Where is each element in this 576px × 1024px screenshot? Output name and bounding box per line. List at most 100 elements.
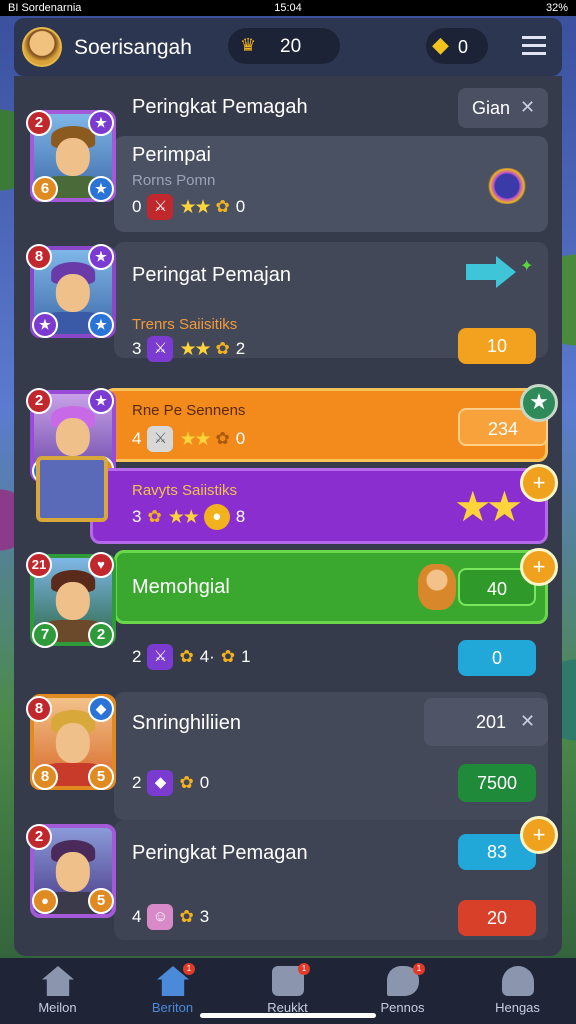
stat-count: 4 [132,429,142,448]
status-bar: BI Sordenarnia 15:04 32% [0,0,576,16]
stat-row: 0 ⚔ ★★ ✿ 0 [132,194,245,220]
star-icon: ★ [88,388,114,414]
stat-row: 2 ⚔ ✿ 4· ✿ 1 [132,644,251,670]
stat-row: 4 ☺ ✿ 3 [132,904,209,930]
star-badge-icon[interactable]: ★ [520,384,558,422]
stat-count-b: 0 [199,773,210,792]
gem-icon: ◆ [432,32,449,57]
stat-row: 4 ⚔ ★★ ✿ 0 [132,426,245,452]
medal-icon[interactable] [484,168,530,204]
stat-row: 2 ◆ ✿ 0 [132,770,209,796]
battery-text: 32% [545,2,568,14]
close-icon[interactable]: ✕ [520,711,535,732]
stat-count: 2 [132,647,142,666]
leaderboard-title: Peringkat Pemagah [132,96,308,118]
stars: ★★ [179,428,211,450]
filter-label: Gian [472,98,511,118]
score-button[interactable]: 10 [458,328,536,364]
stars: ★★ [179,196,211,218]
stat-count-b: 8 [235,507,246,526]
score-box-value: 201 [476,712,507,732]
nav-label: Hengas [495,1000,540,1015]
plus-icon[interactable]: + [520,816,558,854]
score-button[interactable]: 20 [458,900,536,936]
score-button[interactable]: 7500 [458,764,536,802]
close-icon[interactable]: ✕ [520,97,535,118]
player-subtitle: Trenrs Saiisitiks [132,316,238,333]
nav-label: Meilon [38,1000,77,1015]
rank-badge: 21 [26,552,52,578]
paw-icon: ✿ [215,197,230,216]
rank-badge: 2 [26,824,52,850]
crown-counter[interactable]: ♛ 20 [228,28,340,64]
stars: ★★ [167,506,200,528]
diamond-icon: ◆ [88,696,114,722]
plus-icon[interactable]: + [520,464,558,502]
star-icon: ★ [88,176,114,202]
paw-icon: ✿ [215,429,230,448]
mascot-icon [418,564,456,610]
app-title: Soerisangah [74,36,192,59]
clock: 15:04 [274,2,302,14]
stat-count-b: 0 [235,429,246,448]
stat-row: 3 ⚔ ★★ ✿ 2 [132,336,245,362]
sparkle-icon: ✦ [520,258,534,275]
top-bar: Soerisangah ♛ 20 ◆ 0 [14,18,562,76]
star-icon: ★ [88,312,114,338]
level-badge-b: 5 [88,764,114,790]
stat-row: 3 ✿ ★★ ● 8 [132,504,245,530]
leaderboard-panel: Peringkat Pemagah Gian ✕ 2 ★ 6 ★ Perimpa… [14,76,562,956]
level-badge: 7 [32,622,58,648]
player-subtitle: Ravyts Saiistiks [132,482,238,499]
gem-counter[interactable]: ◆ 0 [426,28,488,64]
heart-icon: ♥ [88,552,114,578]
home-indicator[interactable] [200,1013,376,1018]
rank-badge: 2 [26,110,52,136]
plus-icon[interactable]: + [520,548,558,586]
gem-icon: ◆ [147,770,174,796]
stars: 4· [199,647,215,666]
stat-count: 4 [132,907,142,926]
rank-badge: 8 [26,696,52,722]
shield-icon: ⚔ [147,194,174,220]
player-name: Perimpai [132,144,211,166]
player-subtitle: Rorns Pomn [132,172,216,189]
player-name: Peringat Pemajan [132,264,291,286]
level-badge: ★ [32,312,58,338]
level-badge: 6 [32,176,58,202]
paw-icon: ✿ [220,647,236,666]
stars: ★★ [179,338,211,360]
player-name: Peringkat Pemagan [132,842,308,864]
paw-icon: ✿ [215,339,230,358]
gem-count: 0 [458,37,469,57]
sword-icon: ⚔ [147,426,174,452]
stat-count: 3 [132,507,142,526]
stat-count-b: 2 [235,339,246,358]
stat-count: 2 [132,773,142,792]
level-badge: 8 [32,764,58,790]
level-badge: 5 [88,888,114,914]
level-badge-b: 2 [88,622,114,648]
stat-count-b: 0 [235,197,246,216]
player-subtitle: Rne Pe Sennens [132,402,246,419]
player-name: Memohgial [132,576,230,598]
score-button[interactable]: 0 [458,640,536,676]
paw-icon: ✿ [179,907,194,926]
paw-icon: ✿ [179,647,194,666]
nav-item-home[interactable]: Meilon [0,958,115,1024]
big-stars-icon: ★★ [454,483,523,530]
notification-badge: 1 [183,963,195,975]
crown-count: 20 [280,36,302,57]
trophy-frame [36,456,108,522]
nav-item-hengas[interactable]: Hengas [460,958,575,1024]
score-box[interactable]: 201 ✕ [424,698,548,746]
paw-icon: ✿ [147,507,162,526]
player-avatar[interactable] [22,27,62,67]
character-icon: ☺ [147,904,174,930]
rank-badge: 8 [26,244,52,270]
stat-count: 3 [132,339,142,358]
rank-badge: 2 [26,388,52,414]
player-name: Snringhiliien [132,712,241,734]
filter-box[interactable]: Gian ✕ [458,88,548,128]
menu-icon[interactable] [522,34,546,56]
